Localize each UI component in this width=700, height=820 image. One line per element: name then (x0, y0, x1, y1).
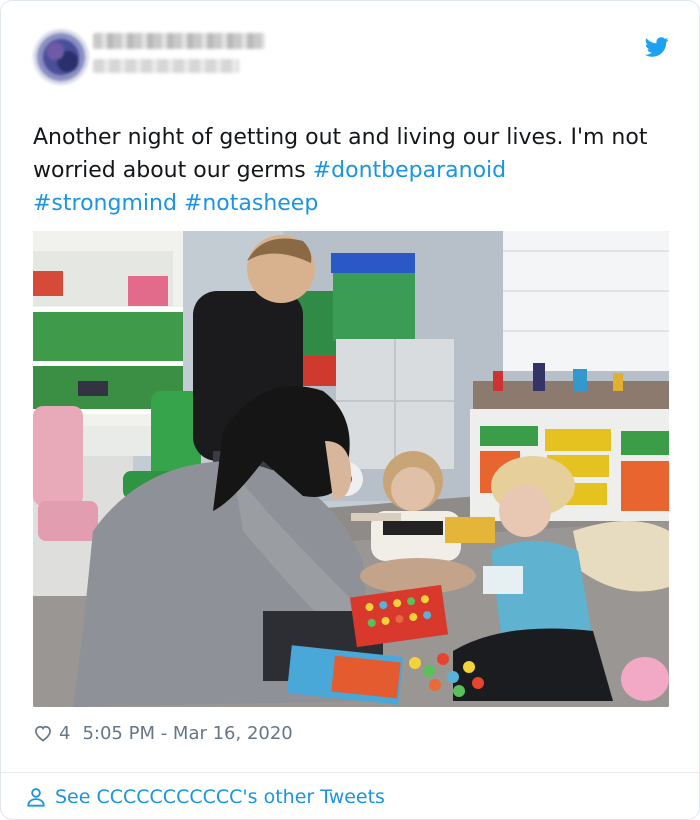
tweet-timestamp[interactable]: 5:05 PM - Mar 16, 2020 (82, 723, 292, 744)
see-other-tweets-label[interactable]: See CCCCCCCCCCC's other Tweets (55, 786, 385, 808)
hashtag-notasheep[interactable]: #notasheep (184, 191, 318, 216)
hashtag-dontbeparanoid[interactable]: #dontbeparanoid (313, 158, 506, 183)
hashtag-strongmind[interactable]: #strongmind (33, 191, 177, 216)
like-count[interactable]: 4 (59, 723, 70, 744)
tweet-meta: 4 5:05 PM - Mar 16, 2020 (33, 721, 293, 745)
tweet-text: Another night of getting out and living … (33, 121, 673, 220)
tweet-photo[interactable] (33, 231, 669, 707)
blurred-display-name[interactable] (93, 33, 265, 49)
tweet-header (33, 29, 669, 93)
blurred-username[interactable] (93, 59, 239, 73)
twitter-bird-icon[interactable] (645, 35, 669, 59)
heart-icon[interactable] (33, 723, 53, 743)
avatar[interactable] (33, 29, 89, 85)
person-icon (27, 788, 45, 807)
footer-divider (1, 772, 699, 773)
see-other-tweets-link[interactable]: See CCCCCCCCCCC's other Tweets (25, 784, 385, 810)
tweet-card: Another night of getting out and living … (0, 0, 700, 820)
